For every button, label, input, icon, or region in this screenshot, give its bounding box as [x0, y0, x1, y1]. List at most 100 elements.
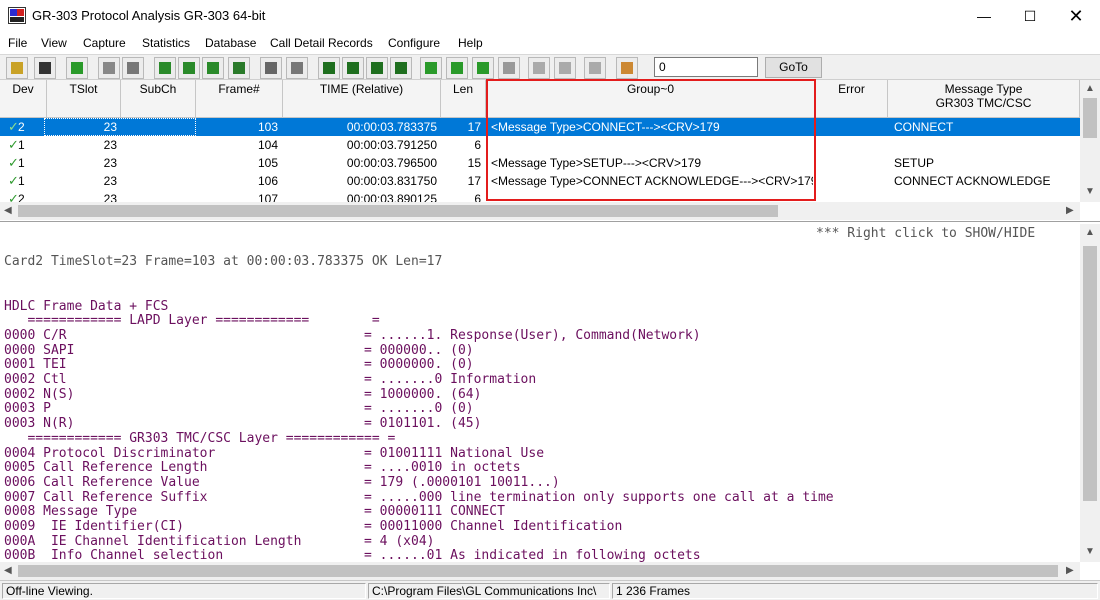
- print-icon-glyph: [39, 62, 51, 74]
- cell-dev: 1: [18, 174, 25, 188]
- tools-icon[interactable]: [98, 57, 120, 79]
- binoculars-icon[interactable]: [318, 57, 340, 79]
- column-frame[interactable]: Frame#: [196, 80, 283, 118]
- column-tslot[interactable]: TSlot: [47, 80, 121, 118]
- scroll-right-icon[interactable]: ▶: [1066, 205, 1074, 216]
- set-icon-glyph: [425, 62, 437, 74]
- column-error[interactable]: Error: [816, 80, 888, 118]
- scroll-up-icon[interactable]: ▲: [1085, 83, 1095, 94]
- column-subch[interactable]: SubCh: [121, 80, 196, 118]
- column-time[interactable]: TIME (Relative): [283, 80, 441, 118]
- status-path: C:\Program Files\GL Communications Inc\: [368, 583, 610, 599]
- capture-c-icon[interactable]: [154, 57, 176, 79]
- filter-set-icon[interactable]: [472, 57, 494, 79]
- decode-line: ============ LAPD Layer ============ =: [4, 313, 380, 329]
- close-button[interactable]: ✕: [1053, 0, 1099, 32]
- goto-button[interactable]: GoTo: [765, 57, 822, 78]
- cell-dev: 2: [18, 192, 25, 202]
- menu-call-detail-records[interactable]: Call Detail Records: [270, 36, 373, 50]
- menu-capture[interactable]: Capture: [83, 36, 126, 50]
- menu-file[interactable]: File: [8, 36, 27, 50]
- column-dev[interactable]: Dev: [0, 80, 47, 118]
- cell-time: 00:00:03.890125: [346, 192, 437, 202]
- cell-len: 6: [474, 192, 481, 202]
- menu-bar: File View Capture Statistics Database Ca…: [0, 33, 1100, 53]
- decode-detail-pane[interactable]: Card2 TimeSlot=23 Frame=103 at 00:00:03.…: [0, 224, 1100, 580]
- scroll-left-icon[interactable]: ◀: [4, 205, 12, 216]
- cell-time: 00:00:03.831750: [346, 174, 437, 188]
- d-arrow-icon[interactable]: [554, 57, 576, 79]
- scrollbar-thumb[interactable]: [1083, 246, 1097, 501]
- scroll-up-icon[interactable]: ▲: [1085, 227, 1095, 238]
- filter-set-icon-glyph: [477, 62, 489, 74]
- menu-database[interactable]: Database: [205, 36, 256, 50]
- menu-view[interactable]: View: [41, 36, 67, 50]
- grid-horizontal-scrollbar[interactable]: ◀ ▶: [0, 202, 1080, 220]
- cell-msgtype: CONNECT ACKNOWLEDGE: [894, 174, 1051, 188]
- scroll-left-icon[interactable]: ◀: [4, 565, 12, 576]
- save-icon[interactable]: [228, 57, 250, 79]
- tv-icon[interactable]: [616, 57, 638, 79]
- menu-statistics[interactable]: Statistics: [142, 36, 190, 50]
- cell-time: 00:00:03.791250: [346, 138, 437, 152]
- filter-icon[interactable]: [66, 57, 88, 79]
- scrollbar-thumb[interactable]: [18, 565, 1058, 577]
- decode-line: 0003 P = .......0 (0): [4, 401, 474, 417]
- binoculars-n-icon[interactable]: [366, 57, 388, 79]
- scrollbar-thumb[interactable]: [18, 205, 778, 217]
- menu-help[interactable]: Help: [458, 36, 483, 50]
- focus-outline: [44, 118, 196, 136]
- decode-line: 000B Info Channel selection = ......01 A…: [4, 548, 701, 562]
- cell-dev: 1: [18, 138, 25, 152]
- stop-icon[interactable]: [122, 57, 144, 79]
- detail-vertical-scrollbar[interactable]: ▲ ▼: [1080, 224, 1100, 562]
- pda-icon-glyph: [589, 62, 601, 74]
- goto-input[interactable]: [654, 57, 758, 77]
- binoculars-up-icon[interactable]: [342, 57, 364, 79]
- app-icon: [8, 7, 26, 24]
- cell-msgtype: SETUP: [894, 156, 935, 170]
- detail-header: Card2 TimeSlot=23 Frame=103 at 00:00:03.…: [4, 254, 443, 270]
- maximize-button[interactable]: ☐: [1007, 0, 1053, 32]
- scroll-down-icon[interactable]: ▼: [1085, 546, 1095, 557]
- decode-lines: Card2 TimeSlot=23 Frame=103 at 00:00:03.…: [4, 226, 1080, 562]
- table-icon[interactable]: [260, 57, 282, 79]
- decode-line: 0000 C/R = ......1. Response(User), Comm…: [4, 327, 701, 343]
- menu-configure[interactable]: Configure: [388, 36, 440, 50]
- circle-icon[interactable]: [286, 57, 308, 79]
- cell-frame: 106: [257, 174, 278, 188]
- binoculars-icon-glyph: [323, 62, 335, 74]
- scroll-down-icon[interactable]: ▼: [1085, 186, 1095, 197]
- column-len[interactable]: Len: [441, 80, 486, 118]
- sigma-icon[interactable]: [202, 57, 224, 79]
- binoculars-up-icon-glyph: [347, 62, 359, 74]
- column-message-type[interactable]: Message Type GR303 TMC/CSC: [888, 80, 1080, 118]
- pda-icon[interactable]: [584, 57, 606, 79]
- cell-len: 17: [467, 120, 481, 134]
- circle-icon-glyph: [291, 62, 303, 74]
- detail-horizontal-scrollbar[interactable]: ◀ ▶: [0, 562, 1080, 580]
- capture-c-icon-glyph: [159, 62, 171, 74]
- scrollbar-thumb[interactable]: [1083, 98, 1097, 138]
- minimize-button[interactable]: —: [961, 0, 1007, 32]
- status-bar: Off-line Viewing. C:\Program Files\GL Co…: [0, 580, 1100, 600]
- binoculars-n2-icon[interactable]: [390, 57, 412, 79]
- cell-frame: 103: [257, 120, 278, 134]
- set-icon[interactable]: [420, 57, 442, 79]
- decode-line: 0002 Ctl = .......0 Information: [4, 372, 537, 388]
- scroll-right-icon[interactable]: ▶: [1066, 565, 1074, 576]
- set2-icon[interactable]: [446, 57, 468, 79]
- open-icon[interactable]: [6, 57, 28, 79]
- cross-icon[interactable]: [498, 57, 520, 79]
- cell-tslot: 23: [103, 138, 117, 152]
- decode-line: 0009 IE Identifier(CI) = 00011000 Channe…: [4, 519, 623, 535]
- decode-line: 0008 Message Type = 00000111 CONNECT: [4, 504, 505, 520]
- cell-len: 6: [474, 138, 481, 152]
- cell-frame: 105: [257, 156, 278, 170]
- c-arrow-icon[interactable]: [528, 57, 550, 79]
- print-icon[interactable]: [34, 57, 56, 79]
- save-icon-glyph: [233, 62, 245, 74]
- c-arrow-icon-glyph: [533, 62, 545, 74]
- grid-vertical-scrollbar[interactable]: ▲ ▼: [1080, 80, 1100, 202]
- capture-d-icon[interactable]: [178, 57, 200, 79]
